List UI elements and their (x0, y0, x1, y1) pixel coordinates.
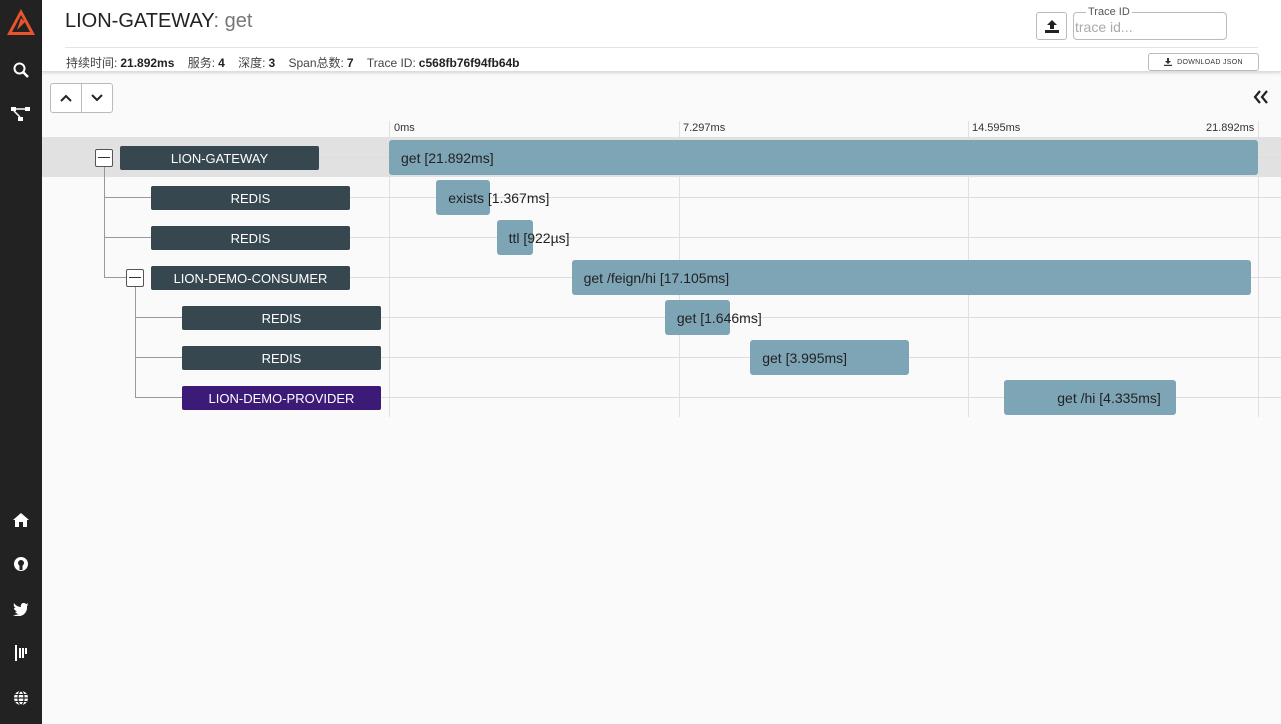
chevron-down-icon (91, 94, 103, 102)
trace-header: LION-GATEWAY: get Trace ID 持续时间:21.892ms… (42, 0, 1281, 72)
span-row[interactable]: REDIS exists [1.367ms] (42, 177, 1281, 217)
collapse-toggle-icon[interactable] (95, 149, 113, 167)
tree-connector (135, 317, 182, 318)
traceid-value: c568fb76f94fb64b (418, 56, 520, 70)
collapse-panel-icon[interactable] (1253, 90, 1269, 109)
language-icon[interactable] (11, 688, 31, 708)
title-service: LION-GATEWAY (65, 10, 214, 32)
trace-summary: 持续时间: 21.892ms 服务: 4 深度: 3 Span总数: 7 Trace I… (66, 54, 530, 71)
tick-label: 7.297ms (683, 122, 726, 134)
span-bar-label: get [1.646ms] (676, 310, 762, 326)
services-value: 4 (218, 56, 225, 70)
span-bar-label: get [3.995ms] (762, 350, 848, 366)
tick-label: 14.595ms (972, 122, 1021, 134)
trace-timeline: 0ms 7.297ms 14.595ms 21.892ms LION-GATEW… (42, 118, 1281, 418)
span-row[interactable]: REDIS get [1.646ms] (42, 297, 1281, 337)
tick-label: 21.892ms (1206, 122, 1255, 134)
duration-label: 持续时间: (66, 56, 118, 70)
trace-id-field: Trace ID (1073, 6, 1227, 40)
service-badge[interactable]: REDIS (182, 306, 381, 330)
tree-connector (135, 357, 182, 358)
service-badge[interactable]: REDIS (182, 346, 381, 370)
span-bar-label: get /hi [4.335ms] (1057, 390, 1161, 406)
twitter-icon[interactable] (11, 599, 31, 619)
upload-icon (1044, 19, 1059, 33)
download-json-label: DOWNLOAD JSON (1177, 58, 1243, 66)
span-bar-label: get [21.892ms] (401, 150, 494, 166)
sidebar (0, 0, 42, 724)
tree-connector (104, 277, 126, 278)
service-badge[interactable]: REDIS (151, 186, 350, 210)
services-label: 服务: (187, 56, 216, 70)
upload-json-button[interactable] (1036, 12, 1067, 40)
depth-label: 深度: (238, 56, 266, 70)
service-badge[interactable]: LION-DEMO-CONSUMER (151, 266, 350, 290)
span-row[interactable]: REDIS get [3.995ms] (42, 337, 1281, 377)
search-icon[interactable] (11, 60, 31, 80)
span-row[interactable]: LION-DEMO-PROVIDER get /hi [4.335ms] (42, 377, 1281, 417)
row-guide-line (350, 237, 1281, 238)
duration-value: 21.892ms (120, 56, 175, 70)
title-operation: : get (213, 10, 253, 32)
span-row[interactable]: REDIS ttl [922µs] (42, 217, 1281, 257)
traceid-label: Trace ID: (366, 56, 416, 70)
depth-value: 3 (268, 56, 276, 70)
service-badge[interactable]: REDIS (151, 226, 350, 250)
collapse-toggle-icon[interactable] (126, 269, 144, 287)
tick-label: 0ms (394, 122, 415, 134)
dependencies-icon[interactable] (11, 104, 31, 124)
header-divider (65, 47, 1258, 48)
span-bar-label: get /feign/hi [17.105ms] (583, 270, 730, 286)
tree-connector (135, 397, 182, 398)
chevron-up-icon (60, 94, 72, 102)
zipkin-logo-icon[interactable] (6, 8, 36, 36)
row-guide-line (381, 317, 1281, 318)
spans-label: Span总数: (288, 56, 344, 70)
tree-connector (104, 237, 151, 238)
tree-connector (104, 197, 151, 198)
home-icon[interactable] (11, 510, 31, 530)
service-badge[interactable]: LION-DEMO-PROVIDER (182, 386, 381, 410)
span-bar-label: exists [1.367ms] (448, 190, 550, 206)
download-icon (1164, 58, 1173, 66)
spans-value: 7 (346, 56, 354, 70)
span-navigation (50, 83, 113, 113)
span-row[interactable]: LION-GATEWAY get [21.892ms] (42, 137, 1281, 177)
service-badge[interactable]: LION-GATEWAY (120, 146, 319, 170)
page-title: LION-GATEWAY: get (65, 10, 252, 33)
github-icon[interactable] (11, 554, 31, 574)
gitter-icon[interactable] (11, 643, 31, 663)
tree-connector (104, 167, 105, 277)
download-json-button[interactable]: DOWNLOAD JSON (1148, 53, 1259, 71)
span-row[interactable]: LION-DEMO-CONSUMER get /feign/hi [17.105m… (42, 257, 1281, 297)
previous-span-button[interactable] (51, 84, 81, 112)
span-bar[interactable] (389, 140, 1258, 175)
next-span-button[interactable] (81, 84, 112, 112)
span-bar-label: ttl [922µs] (508, 230, 570, 246)
trace-id-input[interactable] (1075, 17, 1223, 37)
tree-connector (135, 287, 136, 397)
